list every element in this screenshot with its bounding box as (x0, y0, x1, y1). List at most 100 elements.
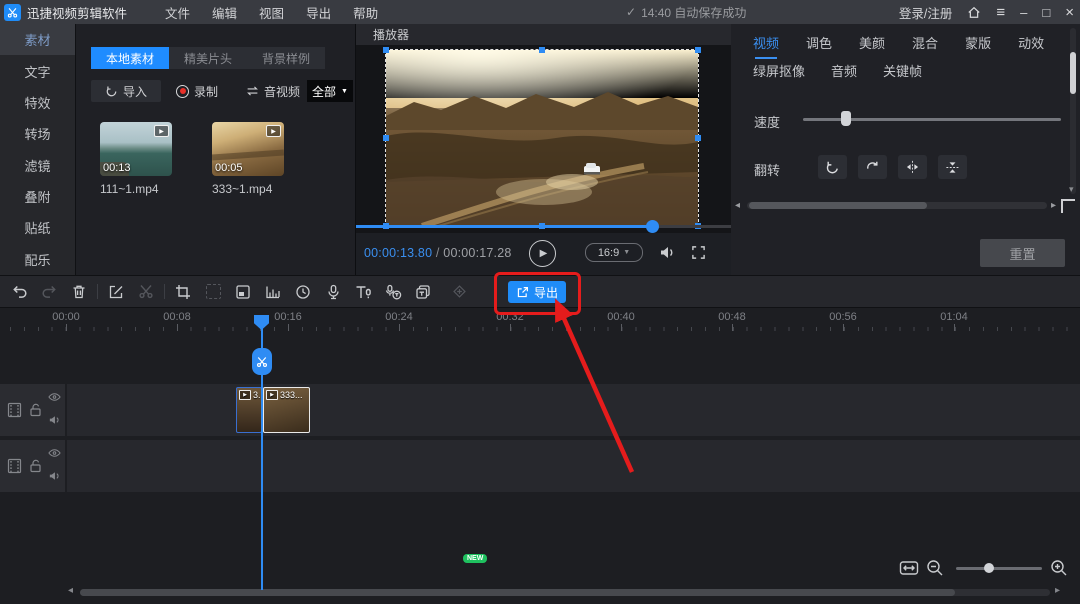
text-to-speech-icon[interactable] (348, 284, 378, 300)
minimize-button[interactable]: – (1020, 5, 1027, 20)
eye-visibility-icon[interactable] (48, 448, 61, 458)
zoom-out-icon[interactable] (926, 559, 944, 577)
media-clip-card[interactable]: ▶ 00:13 (100, 122, 172, 176)
timeline-hscroll-thumb[interactable] (80, 589, 955, 596)
timeline-clip-selected[interactable]: ▶333... (263, 387, 310, 433)
flip-horizontal-button[interactable] (898, 155, 927, 179)
delete-icon[interactable] (64, 284, 94, 300)
resize-handle[interactable] (695, 47, 701, 53)
vscroll-down-arrow[interactable]: ▾ (1069, 184, 1074, 195)
login-register-link[interactable]: 登录/注册 (899, 3, 952, 22)
close-button[interactable]: × (1065, 4, 1074, 21)
timeline-zoom-thumb[interactable] (984, 563, 994, 573)
menu-help[interactable]: 帮助 (353, 3, 378, 22)
seekbar-progress[interactable] (356, 225, 652, 228)
home-icon[interactable] (967, 6, 981, 19)
props-vscroll-thumb[interactable] (1070, 52, 1076, 94)
reset-button[interactable]: 重置 (980, 239, 1065, 267)
export-button[interactable]: 导出 (508, 281, 566, 303)
undo-icon[interactable] (4, 284, 34, 299)
fullscreen-icon[interactable] (691, 245, 706, 260)
tab-background-samples[interactable]: 背景样例 (247, 47, 325, 69)
hamburger-menu-icon[interactable]: ≡ (996, 4, 1005, 21)
properties-panel: 视频 调色 美颜 混合 蒙版 动效 绿屏抠像 音频 关键帧 速度 翻转 ◂ (731, 24, 1080, 275)
props-hscroll-thumb[interactable] (749, 202, 927, 209)
template-subtitle-icon[interactable] (408, 284, 438, 300)
tab-keyframe[interactable]: 关键帧 (883, 61, 922, 80)
seekbar-track[interactable] (652, 225, 731, 228)
speed-slider-thumb[interactable] (841, 111, 851, 126)
split-scissors-icon[interactable] (131, 284, 161, 299)
tab-blend[interactable]: 混合 (912, 33, 938, 52)
rotate-right-button[interactable] (858, 155, 887, 179)
sidebar-item-transitions[interactable]: 转场 (0, 118, 75, 149)
duration-clock-icon[interactable] (288, 284, 318, 300)
mosaic-region-icon[interactable] (198, 284, 228, 299)
sidebar-item-music[interactable]: 配乐 (0, 244, 75, 275)
tab-intro-templates[interactable]: 精美片头 (169, 47, 247, 69)
resize-handle[interactable] (383, 135, 389, 141)
timeline-hscroll-right[interactable]: ▸ (1055, 585, 1060, 596)
tab-greenscreen[interactable]: 绿屏抠像 (753, 61, 805, 80)
sidebar-item-stickers[interactable]: 贴纸 (0, 212, 75, 243)
aspect-ratio-dropdown[interactable]: 16:9 ▼ (585, 243, 643, 262)
play-button[interactable]: ▶ (529, 240, 556, 267)
sidebar-item-material[interactable]: 素材 (0, 24, 75, 55)
edit-icon[interactable] (101, 284, 131, 300)
flip-vertical-button[interactable] (938, 155, 967, 179)
timeline-ruler[interactable]: 00:00 00:08 00:16 00:24 00:32 00:40 00:4… (0, 308, 1080, 332)
tab-mask[interactable]: 蒙版 (965, 33, 991, 52)
props-hscrollbar[interactable] (747, 202, 1047, 209)
seekbar-thumb[interactable] (646, 220, 659, 233)
zoom-in-icon[interactable] (1050, 559, 1068, 577)
crop-icon[interactable] (168, 284, 198, 300)
lock-icon[interactable] (29, 459, 42, 473)
menu-edit[interactable]: 编辑 (212, 3, 237, 22)
menu-view[interactable]: 视图 (259, 3, 284, 22)
eye-visibility-icon[interactable] (48, 392, 61, 402)
track-mute-icon[interactable] (48, 470, 61, 482)
app-title: 迅捷视频剪辑软件 (27, 3, 127, 22)
hscroll-right-arrow[interactable]: ▸ (1051, 200, 1056, 211)
tab-audio[interactable]: 音频 (831, 61, 857, 80)
props-vscrollbar[interactable] (1070, 28, 1076, 194)
resize-handle[interactable] (383, 47, 389, 53)
media-clip-card[interactable]: ▶ 00:05 (212, 122, 284, 176)
resize-handle[interactable] (695, 135, 701, 141)
resize-handle[interactable] (539, 47, 545, 53)
video-preview[interactable] (385, 49, 699, 227)
filter-dropdown[interactable]: 全部 ▼ (307, 80, 353, 102)
speech-to-text-icon[interactable] (378, 284, 408, 300)
sidebar-item-effects[interactable]: 特效 (0, 87, 75, 118)
track-mute-icon[interactable] (48, 414, 61, 426)
audio-wave-icon[interactable] (258, 284, 288, 300)
membership-diamond-icon[interactable] (444, 284, 474, 299)
tab-motion[interactable]: 动效 (1018, 33, 1044, 52)
timeline-hscroll-left[interactable]: ◂ (68, 585, 73, 596)
media-type-toggle[interactable]: 音视频 (246, 80, 300, 102)
redo-icon[interactable] (34, 284, 64, 299)
playhead-split-button[interactable] (252, 348, 272, 375)
tab-video[interactable]: 视频 (753, 33, 779, 52)
tab-beauty[interactable]: 美颜 (859, 33, 885, 52)
rotate-left-button[interactable] (818, 155, 847, 179)
timeline-clip[interactable]: ▶3. (236, 387, 262, 433)
record-button[interactable]: 录制 (176, 80, 218, 102)
timeline-zoom-slider[interactable] (956, 567, 1042, 570)
sidebar-item-text[interactable]: 文字 (0, 55, 75, 86)
tab-color[interactable]: 调色 (806, 33, 832, 52)
sidebar-item-overlay[interactable]: 叠附 (0, 181, 75, 212)
menu-file[interactable]: 文件 (165, 3, 190, 22)
fit-timeline-icon[interactable] (899, 560, 919, 576)
picture-in-picture-icon[interactable] (228, 284, 258, 300)
maximize-button[interactable]: □ (1042, 5, 1050, 20)
lock-icon[interactable] (29, 403, 42, 417)
sidebar-item-filters[interactable]: 滤镜 (0, 150, 75, 181)
hscroll-left-arrow[interactable]: ◂ (735, 200, 740, 211)
volume-icon[interactable] (658, 244, 677, 261)
menu-export[interactable]: 导出 (306, 3, 331, 22)
voiceover-mic-icon[interactable] (318, 284, 348, 300)
import-button[interactable]: 导入 (91, 80, 161, 102)
timeline-hscrollbar[interactable] (80, 589, 1050, 596)
tab-local-media[interactable]: 本地素材 (91, 47, 169, 69)
